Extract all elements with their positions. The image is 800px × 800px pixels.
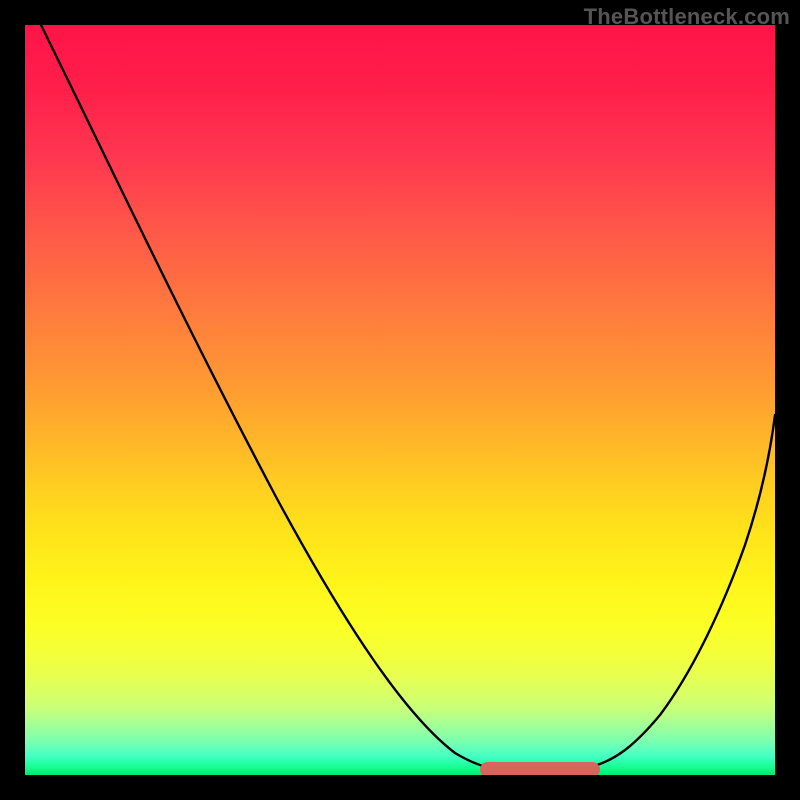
bottleneck-curve	[25, 25, 775, 775]
plot-area	[25, 25, 775, 775]
chart-container: TheBottleneck.com	[0, 0, 800, 800]
valley-highlight	[480, 762, 600, 775]
watermark-text: TheBottleneck.com	[584, 4, 790, 30]
curve-right-branch	[505, 415, 775, 770]
curve-left-branch	[41, 25, 505, 770]
